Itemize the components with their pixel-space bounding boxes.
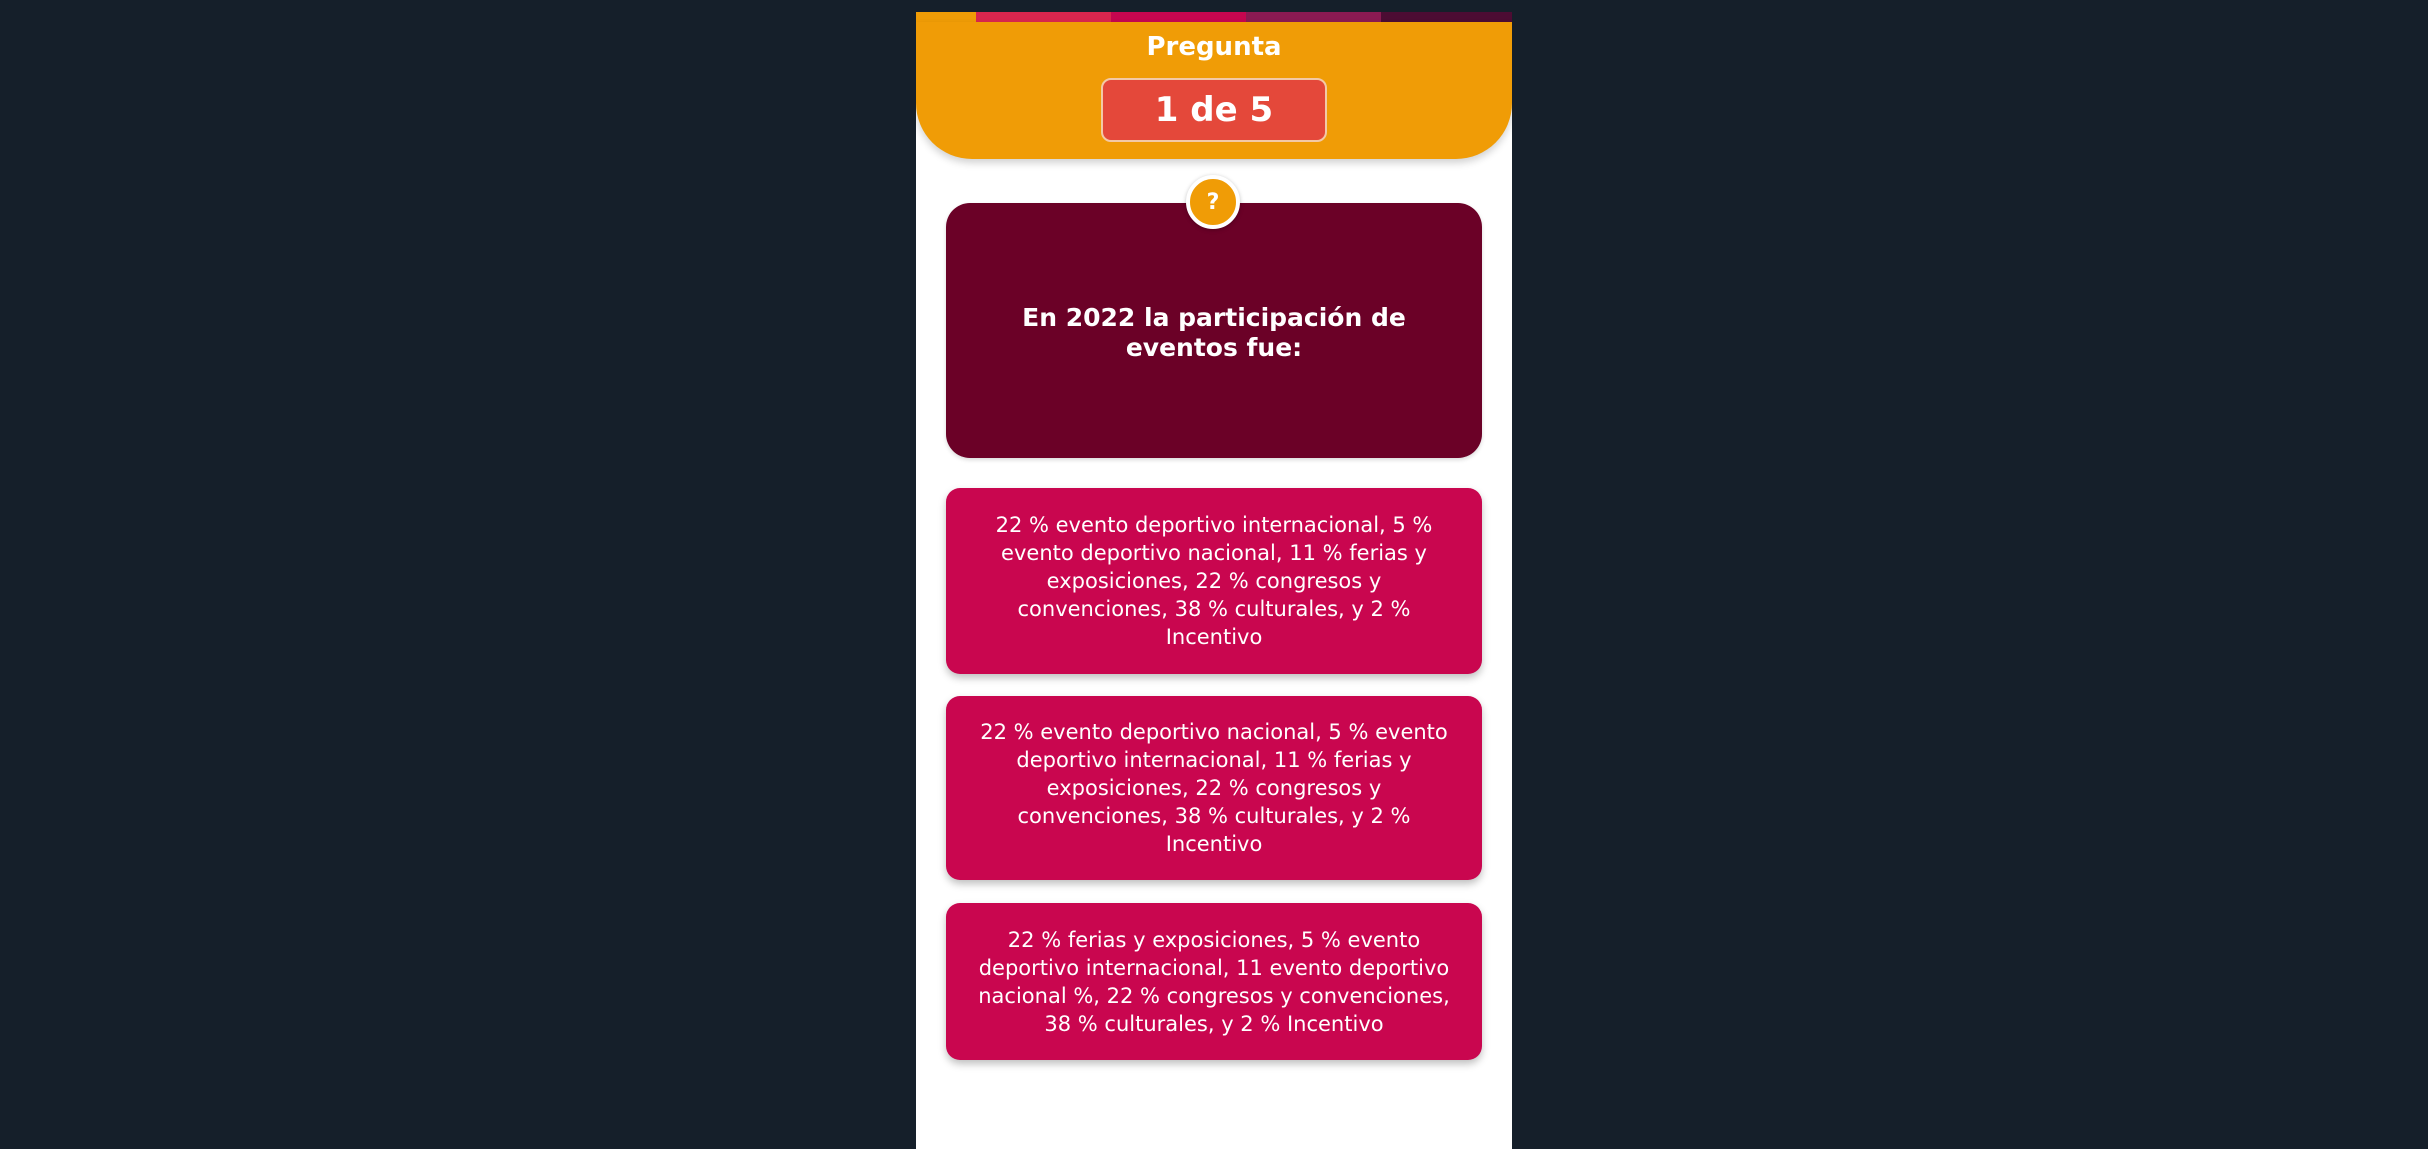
question-text: En 2022 la participación de eventos fue: [1022, 303, 1406, 362]
answer-option-label: 22 % evento deportivo nacional, 5 % even… [980, 720, 1448, 856]
answer-option-2[interactable]: 22 % evento deportivo nacional, 5 % even… [946, 696, 1482, 880]
answer-option-label: 22 % ferias y exposiciones, 5 % evento d… [978, 927, 1450, 1036]
header-title: Pregunta [1146, 32, 1282, 62]
answer-option-label: 22 % evento deportivo internacional, 5 %… [995, 513, 1433, 649]
quiz-screen: Pregunta 1 de 5 ? En 2022 la participaci… [916, 0, 1512, 1149]
answer-option-1[interactable]: 22 % evento deportivo internacional, 5 %… [946, 488, 1482, 674]
page: Pregunta 1 de 5 ? En 2022 la participaci… [0, 0, 2428, 1149]
question-counter: 1 de 5 [1101, 78, 1327, 142]
answer-option-3[interactable]: 22 % ferias y exposiciones, 5 % evento d… [946, 903, 1482, 1060]
question-card: En 2022 la participación de eventos fue: [946, 203, 1482, 458]
question-header: Pregunta 1 de 5 [916, 22, 1512, 159]
question-mark-icon: ? [1186, 175, 1240, 229]
top-edge [916, 0, 1512, 12]
